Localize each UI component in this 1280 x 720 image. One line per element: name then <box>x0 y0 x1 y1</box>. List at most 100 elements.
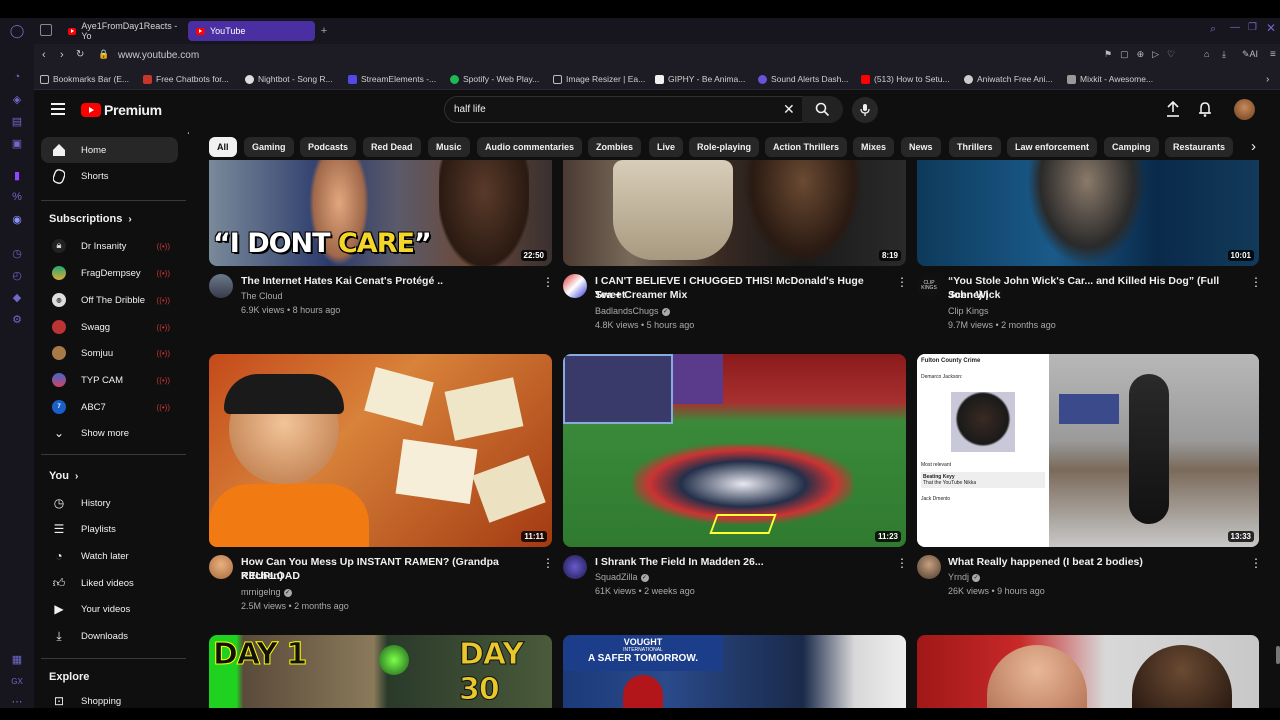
subscriptions-heading[interactable]: Subscriptions › <box>49 213 132 225</box>
video-thumbnail[interactable] <box>917 635 1259 708</box>
more-actions-icon[interactable]: ⋮ <box>1250 556 1262 570</box>
chip-mixes[interactable]: Mixes <box>853 137 895 157</box>
tab-youtube[interactable]: YouTube <box>188 21 315 41</box>
channel-name[interactable]: Clip Kings <box>948 304 989 318</box>
forward-icon[interactable]: › <box>60 49 64 61</box>
upload-icon[interactable] <box>1166 100 1180 122</box>
tab-aye1fromday1reacts[interactable]: Aye1FromDay1Reacts - Yo <box>60 21 182 41</box>
chip-camping[interactable]: Camping <box>1104 137 1159 157</box>
menu-icon[interactable]: ≡ <box>1270 49 1276 60</box>
video-title[interactable]: I Shrank The Field In Madden 26... <box>595 555 887 569</box>
download-icon[interactable]: ⤓ <box>1222 49 1226 60</box>
bookmark-sound-alerts[interactable]: Sound Alerts Dash... <box>758 72 849 86</box>
reload-icon[interactable]: ↻ <box>76 49 84 60</box>
bookmark-streamelements[interactable]: StreamElements -... <box>348 72 436 86</box>
voice-search-button[interactable] <box>852 97 878 123</box>
scroll-up-arrow-icon[interactable]: ▲ <box>186 130 189 136</box>
video-thumbnail[interactable]: VOUGHT INTERNATIONAL A SAFER TOMORROW. <box>563 635 906 708</box>
crypto-wallet-icon[interactable]: ◈ <box>10 92 24 106</box>
close-window-icon[interactable]: ✕ <box>1266 21 1276 35</box>
address-actions-icon[interactable]: ⚑▢⊕▷♡ <box>1104 49 1183 60</box>
you-heading[interactable]: You › <box>49 470 78 482</box>
chip-all[interactable]: All <box>209 137 237 157</box>
sidebar-item-abc7[interactable]: 7 ABC7 ((•)) <box>41 394 178 420</box>
sidebar-item-fragdempsey[interactable]: FragDempsey ((•)) <box>41 260 178 286</box>
channel-name[interactable]: mrnigelng ✓ <box>241 585 292 599</box>
sidebar-item-typ-cam[interactable]: TYP CAM ((•)) <box>41 367 178 393</box>
chip-role-playing[interactable]: Role-playing <box>689 137 760 157</box>
page-scrollbar-thumb[interactable] <box>1276 646 1280 664</box>
chip-audio-commentaries[interactable]: Audio commentaries <box>477 137 583 157</box>
hamburger-menu-icon[interactable] <box>51 103 65 105</box>
chip-thrillers[interactable]: Thrillers <box>949 137 1001 157</box>
bookmark-free-chatbots[interactable]: Free Chatbots for... <box>143 72 229 86</box>
video-title[interactable]: What Really happened (I beat 2 bodies) <box>948 555 1248 569</box>
chip-music[interactable]: Music <box>428 137 470 157</box>
chip-podcasts[interactable]: Podcasts <box>300 137 357 157</box>
bookmark-image-resizer[interactable]: Image Resizer | Ea... <box>553 72 645 86</box>
channel-name[interactable]: BadlandsChugs ✓ <box>595 304 670 318</box>
gx-icon[interactable]: ▦ <box>10 652 24 666</box>
channel-avatar[interactable] <box>209 274 233 298</box>
channel-avatar[interactable] <box>563 274 587 298</box>
pinboard-icon[interactable]: ▤ <box>10 114 24 128</box>
messenger-icon[interactable]: ▣ <box>10 136 24 150</box>
aria-icon[interactable]: ◔ <box>10 70 24 84</box>
bookmark-how-to-setup[interactable]: (513) How to Setu... <box>861 72 950 86</box>
more-actions-icon[interactable]: ⋮ <box>542 556 554 570</box>
gx-label-icon[interactable]: GX <box>10 674 24 688</box>
video-title[interactable]: The Internet Hates Kai Cenat's Protégé .… <box>241 274 531 288</box>
sidebar-item-home[interactable]: Home <box>41 137 178 163</box>
more-actions-icon[interactable]: ⋮ <box>896 275 908 289</box>
bookmark-giphy[interactable]: GIPHY - Be Anima... <box>655 72 745 86</box>
bookmark-aniwatch[interactable]: Aniwatch Free Ani... <box>964 72 1053 86</box>
maximize-icon[interactable]: ❐ <box>1248 22 1257 33</box>
show-more-button[interactable]: ⌄ Show more <box>41 420 178 446</box>
notifications-icon[interactable] <box>1198 101 1212 122</box>
extensions-icon[interactable]: ◆ <box>10 290 24 304</box>
chip-live[interactable]: Live <box>649 137 684 157</box>
search-input[interactable]: half life <box>454 104 486 115</box>
video-thumbnail[interactable]: 11:11 <box>209 354 552 547</box>
history-icon[interactable]: ◴ <box>10 268 24 282</box>
chip-red-dead[interactable]: Red Dead <box>363 137 421 157</box>
sidebar-item-history[interactable]: ◷ History <box>41 490 178 516</box>
settings-icon[interactable]: ⚙ <box>10 312 24 326</box>
bookmark-spotify[interactable]: Spotify - Web Play... <box>450 72 539 86</box>
tab-search-icon[interactable]: ⌕ <box>1210 23 1216 36</box>
channel-avatar[interactable]: CLIP KINGS <box>917 274 941 298</box>
clear-search-icon[interactable]: ✕ <box>783 101 795 118</box>
chips-next-arrow-icon[interactable]: › <box>1251 138 1256 155</box>
more-icon[interactable]: ⋯ <box>10 694 24 708</box>
sidebar-item-swagg[interactable]: Swagg ((•)) <box>41 314 178 340</box>
sidebar-item-your-videos[interactable]: ▶ Your videos <box>41 596 178 622</box>
more-actions-icon[interactable]: ⋮ <box>542 275 554 289</box>
video-thumbnail[interactable]: “I DONT CARE” 22:50 <box>209 160 552 266</box>
channel-avatar[interactable] <box>563 555 587 579</box>
chip-law-enforcement[interactable]: Law enforcement <box>1007 137 1098 157</box>
video-thumbnail[interactable]: 8:19 <box>563 160 906 266</box>
opera-logo-icon[interactable]: ◯ <box>10 23 25 38</box>
back-icon[interactable]: ‹ <box>42 49 46 61</box>
more-actions-icon[interactable]: ⋮ <box>1250 275 1262 289</box>
channel-avatar[interactable] <box>209 555 233 579</box>
sidebar-item-watch-later[interactable]: ◔ Watch later <box>41 543 178 569</box>
new-tab-icon[interactable]: + <box>318 25 330 37</box>
more-actions-icon[interactable]: ⋮ <box>896 556 908 570</box>
search-button[interactable] <box>802 96 843 123</box>
twitch-icon[interactable]: ▮ <box>10 168 24 182</box>
video-thumbnail[interactable]: Fulton County Crime Demarco Jackson: Mos… <box>917 354 1259 547</box>
percent-icon[interactable]: % <box>10 190 24 204</box>
channel-name[interactable]: The Cloud <box>241 289 283 303</box>
channel-avatar[interactable] <box>917 555 941 579</box>
chip-news[interactable]: News <box>901 137 941 157</box>
sidebar-item-playlists[interactable]: ☰ Playlists <box>41 516 178 542</box>
bookmark-nightbot[interactable]: Nightbot - Song R... <box>245 72 333 86</box>
sidebar-item-downloads[interactable]: ⤓ Downloads <box>41 623 178 649</box>
sidebar-item-off-the-dribble[interactable]: ◎ Off The Dribble ((•)) <box>41 287 178 313</box>
sidebar-item-shorts[interactable]: Shorts <box>41 163 178 189</box>
chip-restaurants[interactable]: Restaurants <box>1165 137 1233 157</box>
player-icon[interactable]: ◷ <box>10 246 24 260</box>
account-avatar[interactable] <box>1234 99 1255 120</box>
chip-gaming[interactable]: Gaming <box>244 137 294 157</box>
